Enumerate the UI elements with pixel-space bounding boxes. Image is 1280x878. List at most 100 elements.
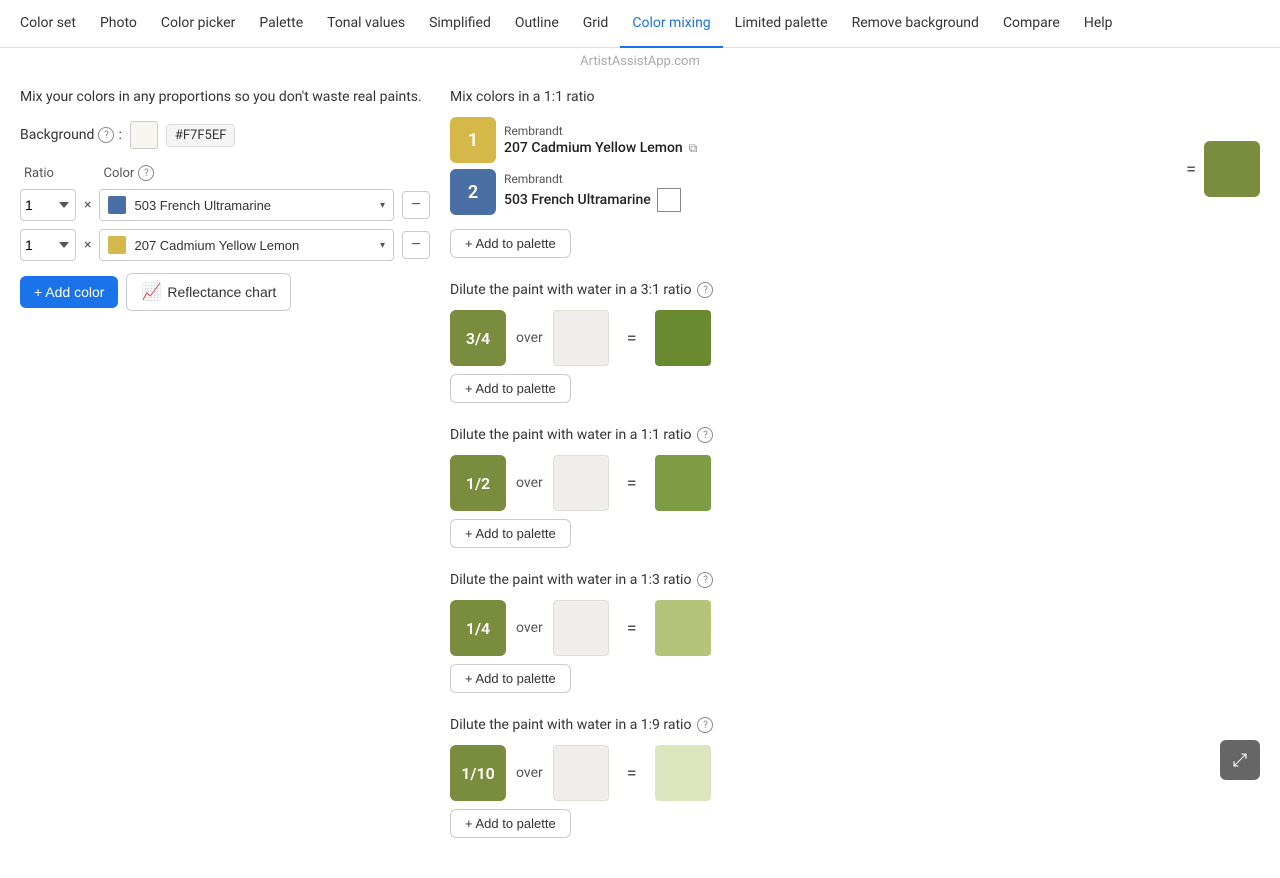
dilute-badge-3: 1/10 — [450, 745, 506, 801]
water-swatch-1 — [553, 455, 609, 511]
dilute-title-2: Dilute the paint with water in a 1:3 rat… — [450, 572, 1260, 588]
paint-brand-1: Rembrandt — [504, 172, 1178, 186]
add-palette-dilute-0-button[interactable]: + Add to palette — [450, 374, 571, 403]
color-name-0: 503 French Ultramarine — [134, 198, 371, 213]
color-col-header: Color ? — [103, 165, 430, 181]
ratio-select-0[interactable]: 123 — [20, 189, 76, 221]
nav-item-tonal-values[interactable]: Tonal values — [315, 0, 417, 48]
nav-item-limited-palette[interactable]: Limited palette — [723, 0, 840, 48]
add-palette-dilute-1-button[interactable]: + Add to palette — [450, 519, 571, 548]
watermark: ArtistAssistApp.com — [0, 48, 1280, 73]
color-swatch-1 — [108, 236, 126, 254]
add-palette-dilute-3-button[interactable]: + Add to palette — [450, 809, 571, 838]
color-name-1: 207 Cadmium Yellow Lemon — [134, 238, 371, 253]
dilute-result-2 — [655, 600, 711, 656]
dilute-section-2: Dilute the paint with water in a 1:3 rat… — [450, 572, 1260, 693]
nav-item-grid[interactable]: Grid — [571, 0, 621, 48]
times-0: × — [84, 197, 91, 213]
color-picker-btn-0[interactable]: 503 French Ultramarine ▾ — [99, 189, 394, 221]
dilute-title-3: Dilute the paint with water in a 1:9 rat… — [450, 717, 1260, 733]
nav-item-help[interactable]: Help — [1072, 0, 1125, 48]
background-row: Background ?: #F7F5EF — [20, 121, 430, 149]
nav-item-color-set[interactable]: Color set — [8, 0, 88, 48]
dilute-section-1: Dilute the paint with water in a 1:1 rat… — [450, 427, 1260, 548]
dilute-help-icon-0[interactable]: ? — [697, 282, 713, 298]
fullscreen-icon: ⤢ — [1233, 750, 1247, 771]
dilute-equals-1: = — [627, 473, 637, 494]
chevron-down-icon-1: ▾ — [380, 240, 385, 251]
paint-name-1: 503 French Ultramarine — [504, 188, 1178, 212]
col-headers: Ratio × Color ? — [20, 165, 430, 181]
paint-info-1: Rembrandt 503 French Ultramarine — [504, 172, 1178, 212]
right-panel: Mix colors in a 1:1 ratio 1 Rembrandt 20… — [430, 89, 1260, 862]
dilute-result-3 — [655, 745, 711, 801]
dilute-help-icon-3[interactable]: ? — [697, 717, 713, 733]
dilute-over-2: over — [516, 620, 543, 636]
link-icon-0[interactable]: ⧉ — [689, 141, 698, 156]
water-swatch-3 — [553, 745, 609, 801]
add-palette-dilute-2-button[interactable]: + Add to palette — [450, 664, 571, 693]
dilute-title-1: Dilute the paint with water in a 1:1 rat… — [450, 427, 1260, 443]
nav-item-compare[interactable]: Compare — [991, 0, 1072, 48]
subtitle: Mix your colors in any proportions so yo… — [20, 89, 430, 105]
paint-brand-0: Rembrandt — [504, 124, 1178, 138]
water-swatch-2 — [553, 600, 609, 656]
dilute-row-1: 1/2 over = — [450, 455, 1260, 511]
ratio-select-1[interactable]: 123 — [20, 229, 76, 261]
remove-color-btn-1[interactable]: − — [402, 231, 430, 259]
color-row-1: 123 × 207 Cadmium Yellow Lemon ▾ − — [20, 229, 430, 261]
reflectance-chart-button[interactable]: 📈 Reflectance chart — [126, 273, 291, 311]
mix-11-section: Mix colors in a 1:1 ratio 1 Rembrandt 20… — [450, 89, 1260, 258]
mix-result-swatch — [1204, 141, 1260, 197]
nav-item-color-mixing[interactable]: Color mixing — [620, 0, 722, 48]
mix-11-paints: 1 Rembrandt 207 Cadmium Yellow Lemon ⧉ 2… — [450, 117, 1260, 221]
dilute-section-3: Dilute the paint with water in a 1:9 rat… — [450, 717, 1260, 838]
dilute-result-0 — [655, 310, 711, 366]
dilute-over-0: over — [516, 330, 543, 346]
background-help-icon[interactable]: ? — [98, 127, 114, 143]
add-color-button[interactable]: + Add color — [20, 276, 118, 308]
left-panel: Mix your colors in any proportions so yo… — [20, 89, 430, 862]
dilute-badge-0: 3/4 — [450, 310, 506, 366]
add-palette-mix11-button[interactable]: + Add to palette — [450, 229, 571, 258]
dilute-title-0: Dilute the paint with water in a 3:1 rat… — [450, 282, 1260, 298]
nav-item-outline[interactable]: Outline — [503, 0, 571, 48]
color-picker-btn-1[interactable]: 207 Cadmium Yellow Lemon ▾ — [99, 229, 394, 261]
dilute-section-0: Dilute the paint with water in a 3:1 rat… — [450, 282, 1260, 403]
chevron-down-icon-0: ▾ — [380, 200, 385, 211]
ratio-col-header: Ratio — [24, 166, 80, 181]
mix-11-title: Mix colors in a 1:1 ratio — [450, 89, 1260, 105]
background-hex: #F7F5EF — [166, 124, 236, 147]
action-buttons-row: + Add color 📈 Reflectance chart — [20, 269, 430, 311]
nav-item-color-picker[interactable]: Color picker — [149, 0, 247, 48]
background-swatch[interactable] — [130, 121, 158, 149]
mix-11-result-row: 1 Rembrandt 207 Cadmium Yellow Lemon ⧉ 2… — [450, 117, 1260, 221]
dilute-help-icon-2[interactable]: ? — [697, 572, 713, 588]
dilute-row-3: 1/10 over = — [450, 745, 1260, 801]
transparent-square-1 — [657, 188, 681, 212]
color-rows: 123 × 503 French Ultramarine ▾ − 123 × 2… — [20, 189, 430, 261]
nav-item-photo[interactable]: Photo — [88, 0, 149, 48]
chart-icon: 📈 — [141, 282, 161, 302]
paint-row-0: 1 Rembrandt 207 Cadmium Yellow Lemon ⧉ — [450, 117, 1178, 163]
color-help-icon[interactable]: ? — [138, 165, 154, 181]
fullscreen-button[interactable]: ⤢ — [1220, 740, 1260, 780]
color-swatch-0 — [108, 196, 126, 214]
ratio-badge-0: 1 — [450, 117, 496, 163]
ratio-badge-1: 2 — [450, 169, 496, 215]
dilute-over-3: over — [516, 765, 543, 781]
nav-item-palette[interactable]: Palette — [247, 0, 315, 48]
dilute-result-1 — [655, 455, 711, 511]
dilute-equals-2: = — [627, 618, 637, 639]
dilute-help-icon-1[interactable]: ? — [697, 427, 713, 443]
remove-color-btn-0[interactable]: − — [402, 191, 430, 219]
dilute-over-1: over — [516, 475, 543, 491]
dilute-row-2: 1/4 over = — [450, 600, 1260, 656]
dilute-equals-0: = — [627, 328, 637, 349]
nav-item-remove-bg[interactable]: Remove background — [840, 0, 991, 48]
dilute-sections: Dilute the paint with water in a 3:1 rat… — [450, 282, 1260, 838]
main-content: Mix your colors in any proportions so yo… — [0, 73, 1280, 878]
dilute-badge-2: 1/4 — [450, 600, 506, 656]
paint-info-0: Rembrandt 207 Cadmium Yellow Lemon ⧉ — [504, 124, 1178, 156]
nav-item-simplified[interactable]: Simplified — [417, 0, 503, 48]
